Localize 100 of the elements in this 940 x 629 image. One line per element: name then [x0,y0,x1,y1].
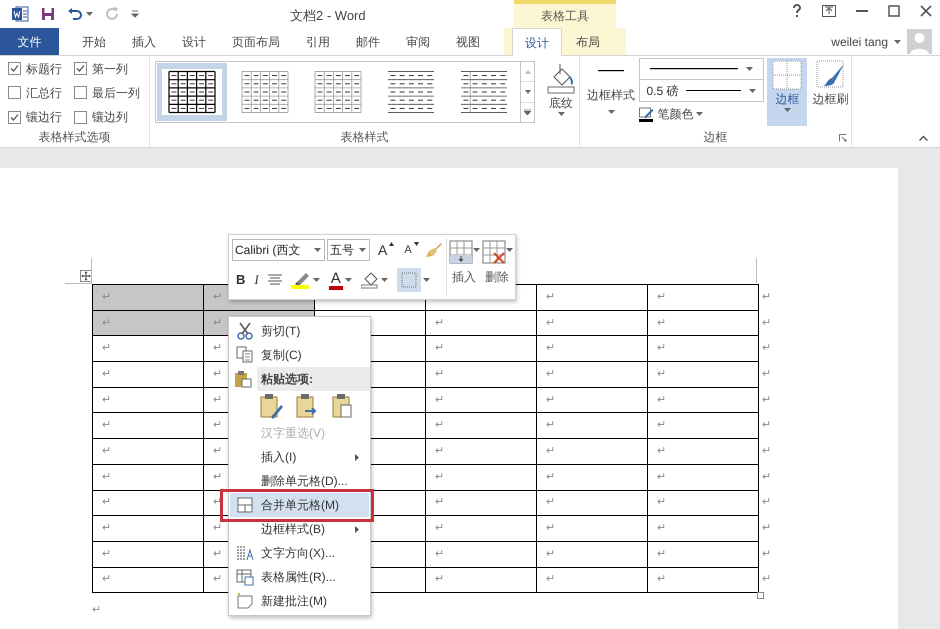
caret-icon [894,40,901,44]
table-delete-icon [482,240,506,264]
scissors-icon [236,322,254,340]
table-cell: ↵ [92,387,204,413]
up-arrow-icon [524,70,530,74]
ribbon-tab[interactable]: 邮件 [343,28,393,55]
dialog-launcher-icon[interactable] [839,134,847,142]
pen-color-button[interactable]: 笔颜色 [639,105,764,123]
menu-section-header: 粘贴选项: [257,367,370,391]
ribbon-tab[interactable]: 开始 [69,28,119,55]
table-move-handle-icon[interactable] [80,270,92,282]
checkbox[interactable] [74,110,87,124]
table-cell: ↵ [648,284,758,310]
center-align-icon[interactable] [266,274,283,286]
table-cell: ↵ [648,438,758,464]
ribbon-tab[interactable]: 页面布局 [219,28,293,55]
border-styles-button[interactable]: 边框样式 [586,58,636,114]
checkbox-label[interactable]: 镶边列 [92,108,128,126]
close-icon[interactable] [920,5,932,17]
text-direction-icon [236,544,254,562]
delete-button[interactable]: 删除 [482,238,513,296]
user-name[interactable]: weilei tang [831,32,888,50]
table-cell: ↵ [536,284,648,310]
checkbox[interactable] [8,86,21,100]
grow-font-button[interactable]: A [372,238,398,262]
ribbon-tab[interactable]: 审阅 [393,28,443,55]
checkbox-label[interactable]: 镶边行 [26,108,62,126]
table-style-thumbnail[interactable] [157,63,227,121]
checkbox[interactable] [74,86,87,100]
caret-icon [312,278,320,282]
font-dropdown[interactable]: Calibri (西文 [232,239,325,261]
font-color-button[interactable]: A [328,270,343,290]
ribbon-tab[interactable]: 设计 [169,28,219,55]
caret-icon [344,278,352,282]
table-cell: ↵ [92,516,204,542]
table-cell: ↵ [92,541,204,568]
table-cell: ↵ [92,464,204,490]
ribbon-tab[interactable]: 引用 [293,28,343,55]
line-style-dropdown[interactable] [639,58,764,80]
table-cell: ↵ [426,567,536,593]
table-cell: ↵ [536,541,648,568]
caret-icon [472,248,480,252]
checkbox[interactable] [8,110,21,124]
borders-icon[interactable] [396,268,421,292]
paste-merge-icon[interactable] [295,393,319,419]
table-cell: ↵ [426,464,536,490]
up-arrow-icon [389,242,394,246]
row-end-mark: ↵ [762,394,771,406]
ribbon-display-icon[interactable] [822,5,836,17]
caret-icon [314,248,321,252]
checkbox-label[interactable]: 汇总行 [26,84,62,102]
caret-icon [86,12,93,16]
line-icon [686,90,742,92]
caret-icon [696,112,704,116]
maximize-icon[interactable] [888,5,900,17]
ribbon-tab[interactable]: 文件 [0,28,59,55]
table-cells-icon [236,496,254,514]
highlighter-icon[interactable] [290,271,311,289]
shading-button[interactable]: 底纹 [543,61,579,116]
checkbox-label[interactable]: 最后一列 [92,84,140,102]
border-painter-button[interactable]: 边框刷 [810,58,851,108]
table-cell: ↵ [426,336,536,362]
table-cell: ↵ [426,362,536,388]
ribbon-tab[interactable]: 视图 [443,28,493,55]
shrink-font-button[interactable]: A [400,238,423,262]
table-cell: ↵ [92,412,204,439]
checkbox-label[interactable]: 标题行 [26,60,62,78]
table-cell: ↵ [648,336,758,362]
line-icon [650,68,738,70]
table-insert-icon [448,240,473,264]
ribbon-tab[interactable]: 设计 [512,28,562,56]
shading-icon[interactable] [360,271,379,289]
ribbon-tab[interactable]: 插入 [119,28,169,55]
paste-keep-formatting-icon[interactable] [259,393,283,419]
table-cell: ↵ [536,516,648,542]
table-cell: ↵ [426,438,536,464]
help-icon[interactable] [792,4,802,18]
collapse-ribbon-icon[interactable] [919,135,928,141]
insert-button[interactable]: 插入 [448,238,480,296]
table-cell: ↵ [648,490,758,516]
undo-icon[interactable] [67,7,83,21]
font-size-dropdown[interactable]: 五号 [327,239,370,261]
checkbox[interactable] [8,62,21,76]
down-arrow-icon [414,242,419,246]
menu-item[interactable]: 合并单元格(M) [230,493,369,517]
table-cell: ↵ [426,387,536,413]
table-cell: ↵ [648,541,758,568]
checkbox[interactable] [74,62,87,76]
borders-button[interactable]: 边框 [767,58,808,126]
table-resize-handle-icon[interactable] [757,592,764,599]
checkbox-label[interactable]: 第一列 [92,60,128,78]
window-title: 文档2 - Word [290,7,366,25]
paragraph-mark: ↵ [92,604,101,616]
table-cell: ↵ [536,412,648,439]
table-cell: ↵ [648,516,758,542]
table-cell: ↵ [536,464,648,490]
customize-icon[interactable] [131,10,139,18]
line-weight-dropdown[interactable]: 0.5 磅 [639,80,764,102]
row-end-mark: ↵ [762,470,771,483]
caret-icon [608,110,615,114]
